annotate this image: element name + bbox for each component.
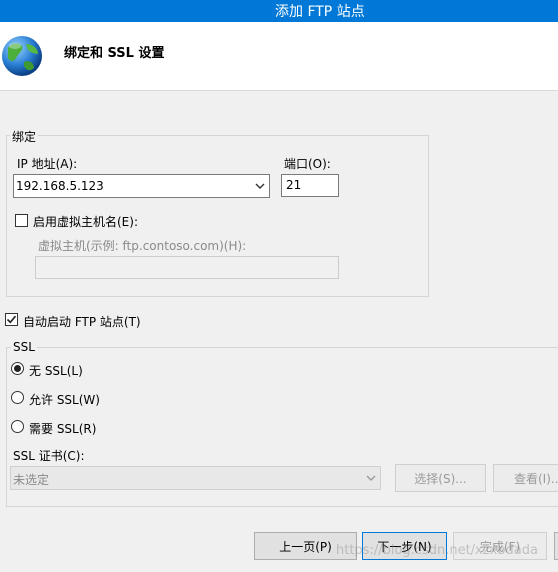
ssl-option-none-radio[interactable]: [11, 362, 24, 375]
ssl-option-allow-radio[interactable]: [11, 391, 24, 404]
virtual-host-checkbox[interactable]: [15, 214, 28, 227]
virtual-host-checkbox-label: 启用虚拟主机名(E):: [33, 215, 138, 229]
port-label: 端口(O):: [284, 157, 331, 171]
auto-start-checkbox[interactable]: [5, 313, 18, 326]
view-certificate-button[interactable]: 查看(I)...: [493, 464, 558, 492]
auto-start-label: 自动启动 FTP 站点(T): [23, 315, 141, 329]
page-title: 绑定和 SSL 设置: [64, 46, 165, 61]
wizard-header: 绑定和 SSL 设置: [0, 22, 558, 91]
globe-icon: [2, 36, 42, 76]
ssl-certificate-combobox[interactable]: 未选定: [10, 466, 381, 490]
ssl-certificate-value: 未选定: [13, 473, 50, 487]
ssl-certificate-label: SSL 证书(C):: [13, 449, 85, 463]
cancel-button-partial[interactable]: [554, 532, 558, 560]
virtual-host-input[interactable]: [35, 256, 339, 279]
ssl-option-require-label: 需要 SSL(R): [29, 422, 97, 436]
ssl-option-none-label: 无 SSL(L): [29, 364, 83, 378]
window-titlebar: 添加 FTP 站点: [0, 0, 558, 22]
chevron-down-icon: [255, 183, 265, 189]
port-input[interactable]: 21: [281, 174, 339, 197]
watermark-text: https://blog.csdn.net/xzxbdada: [336, 543, 538, 558]
radio-selected-dot: [14, 365, 21, 372]
ssl-option-allow-label: 允许 SSL(W): [29, 393, 100, 407]
binding-legend: 绑定: [10, 128, 39, 145]
ssl-legend: SSL: [11, 340, 37, 354]
virtual-host-field-label: 虚拟主机(示例: ftp.contoso.com)(H):: [38, 239, 247, 253]
ssl-option-require-radio[interactable]: [11, 420, 24, 433]
window-title: 添加 FTP 站点: [275, 4, 365, 20]
select-certificate-button[interactable]: 选择(S)...: [395, 464, 486, 492]
ip-address-value: 192.168.5.123: [16, 179, 104, 193]
ip-address-label: IP 地址(A):: [17, 157, 78, 171]
checkmark-icon: [6, 315, 17, 324]
ip-address-combobox[interactable]: 192.168.5.123: [13, 174, 270, 198]
chevron-down-icon: [366, 475, 376, 481]
